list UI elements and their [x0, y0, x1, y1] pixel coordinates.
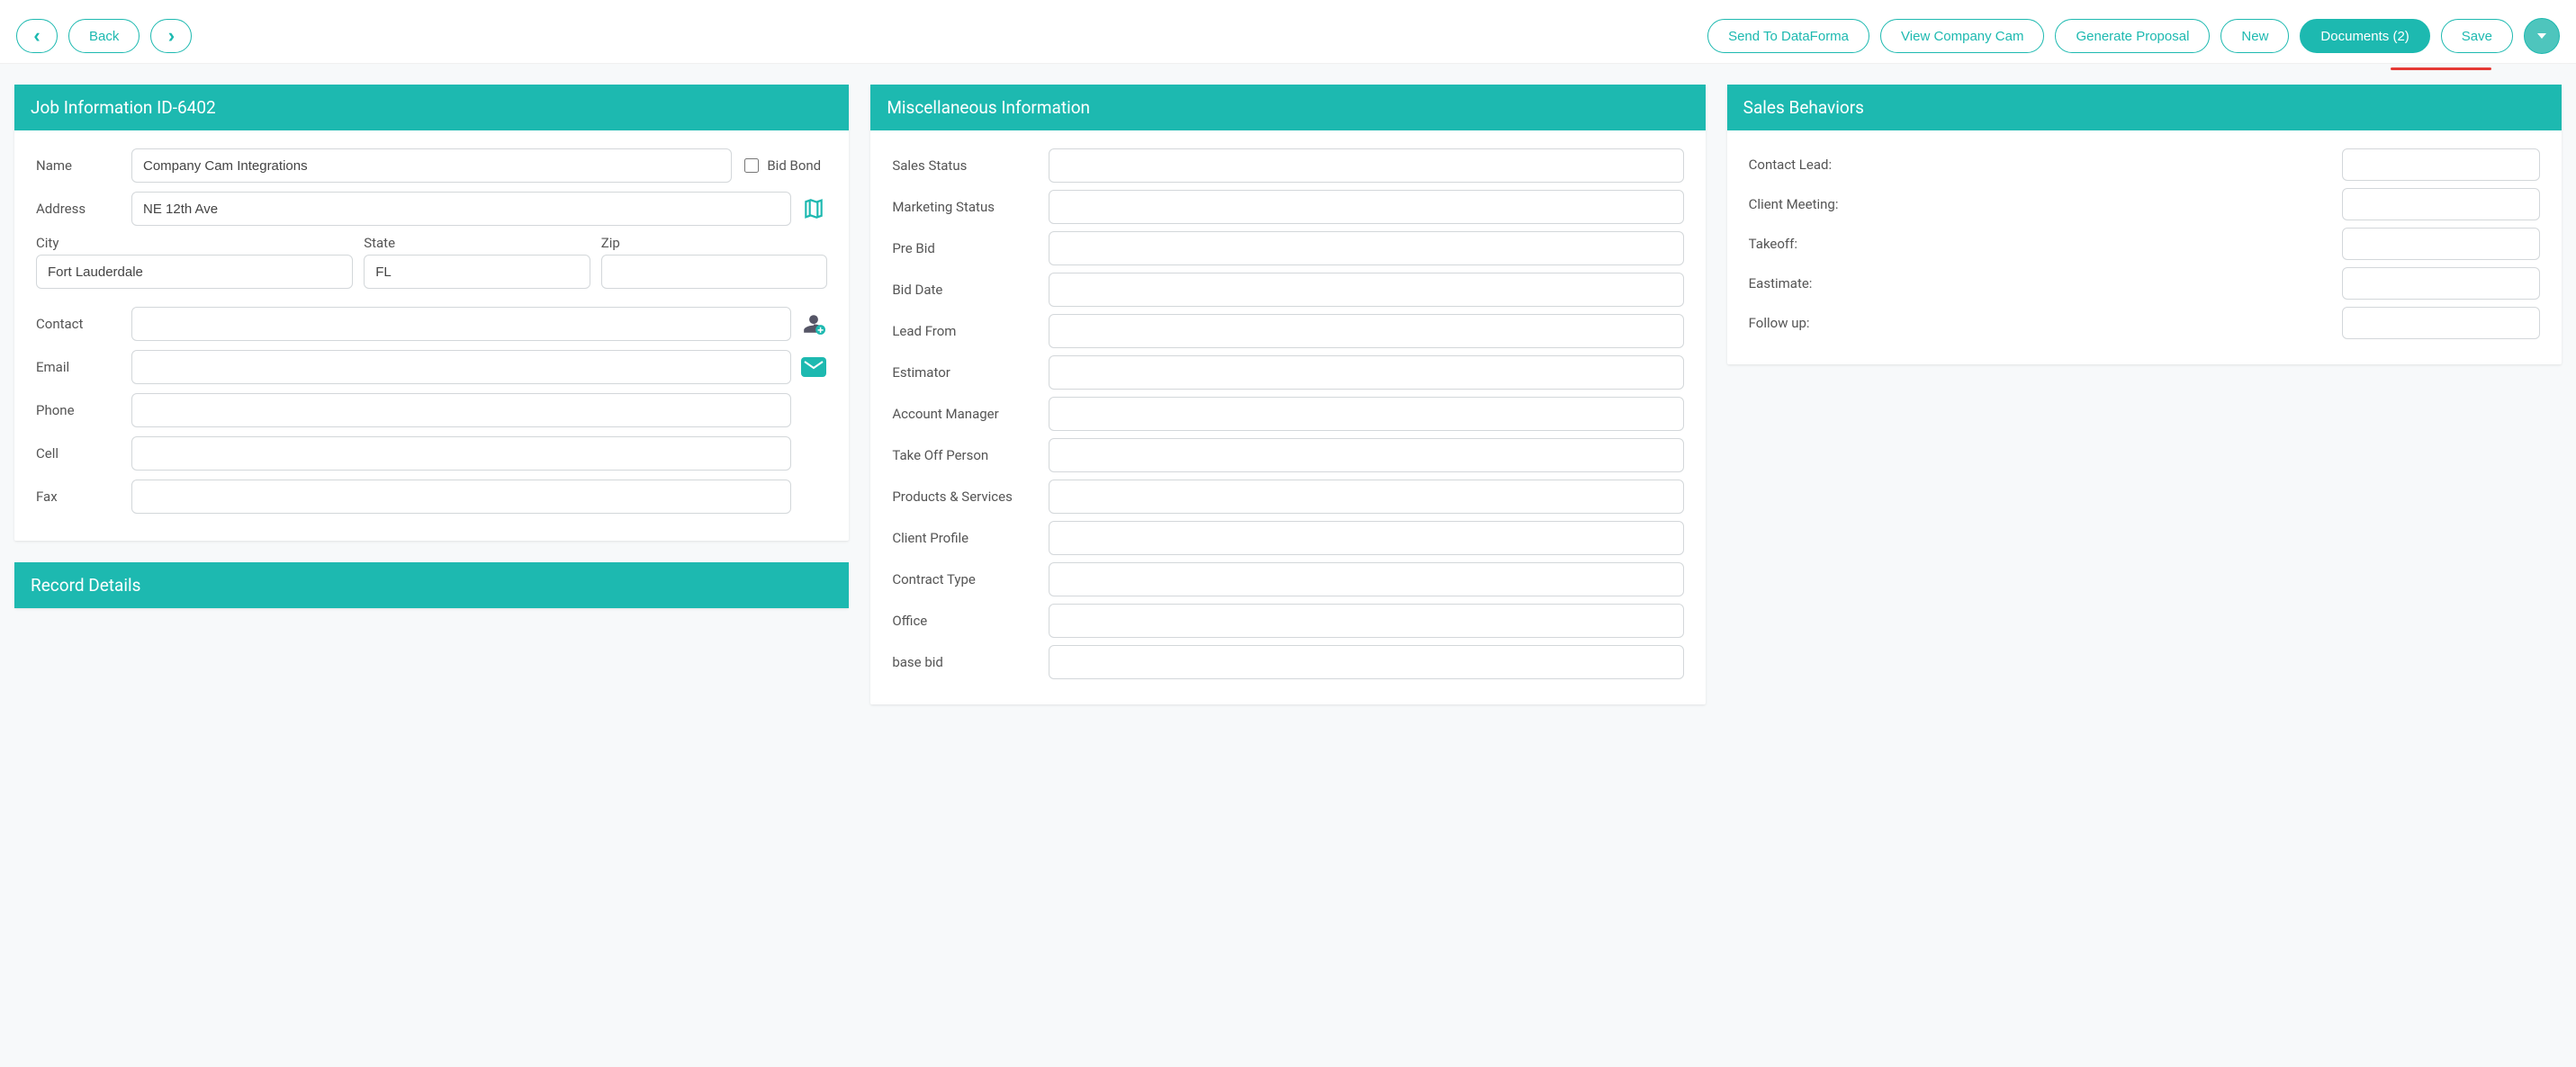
- name-input[interactable]: [131, 148, 732, 183]
- record-details-header: Record Details: [14, 562, 849, 608]
- new-button[interactable]: New: [2220, 19, 2289, 53]
- more-actions-button[interactable]: [2524, 18, 2560, 54]
- cell-label: Cell: [36, 445, 122, 462]
- estimate-label: Eastimate:: [1749, 275, 2329, 291]
- email-label: Email: [36, 359, 122, 375]
- client-profile-label: Client Profile: [892, 530, 1036, 546]
- contract-type-label: Contract Type: [892, 571, 1036, 587]
- middle-column: Miscellaneous Information Sales Status M…: [870, 85, 1705, 726]
- phone-input[interactable]: [131, 393, 791, 427]
- takeoff-person-label: Take Off Person: [892, 447, 1036, 463]
- toolbar-left: Back: [16, 19, 192, 53]
- caret-down-icon: [2537, 33, 2546, 39]
- phone-label: Phone: [36, 402, 122, 418]
- chevron-left-icon: [33, 26, 40, 46]
- city-input[interactable]: [36, 255, 353, 289]
- add-contact-button[interactable]: [800, 312, 827, 336]
- client-meeting-input[interactable]: [2342, 188, 2540, 220]
- state-input[interactable]: [364, 255, 590, 289]
- zip-input[interactable]: [601, 255, 828, 289]
- zip-label: Zip: [601, 235, 828, 251]
- toolbar: Back Send To DataForma View Company Cam …: [0, 0, 2576, 64]
- send-dataforma-button[interactable]: Send To DataForma: [1707, 19, 1869, 53]
- chevron-right-icon: [168, 26, 175, 46]
- misc-info-card: Miscellaneous Information Sales Status M…: [870, 85, 1705, 704]
- account-manager-label: Account Manager: [892, 406, 1036, 422]
- misc-info-header: Miscellaneous Information: [870, 85, 1705, 130]
- marketing-status-input[interactable]: [1049, 190, 1683, 224]
- add-user-icon: [802, 312, 825, 336]
- bid-bond-group[interactable]: Bid Bond: [741, 156, 827, 175]
- view-companycam-button[interactable]: View Company Cam: [1880, 19, 2044, 53]
- bid-date-input[interactable]: [1049, 273, 1683, 307]
- estimator-label: Estimator: [892, 364, 1036, 381]
- takeoff-input[interactable]: [2342, 228, 2540, 260]
- right-column: Sales Behaviors Contact Lead: Client Mee…: [1727, 85, 2562, 386]
- takeoff-label: Takeoff:: [1749, 236, 2329, 252]
- email-input[interactable]: [131, 350, 791, 384]
- city-label: City: [36, 235, 353, 251]
- contact-lead-input[interactable]: [2342, 148, 2540, 181]
- sales-behaviors-card: Sales Behaviors Contact Lead: Client Mee…: [1727, 85, 2562, 364]
- sales-status-input[interactable]: [1049, 148, 1683, 183]
- pre-bid-input[interactable]: [1049, 231, 1683, 265]
- save-button[interactable]: Save: [2441, 19, 2513, 53]
- send-email-button[interactable]: [800, 357, 827, 377]
- nav-next-button[interactable]: [150, 19, 192, 53]
- products-services-input[interactable]: [1049, 480, 1683, 514]
- client-profile-input[interactable]: [1049, 521, 1683, 555]
- office-label: Office: [892, 613, 1036, 629]
- cell-input[interactable]: [131, 436, 791, 471]
- account-manager-input[interactable]: [1049, 397, 1683, 431]
- followup-input[interactable]: [2342, 307, 2540, 339]
- job-information-header: Job Information ID-6402: [14, 85, 849, 130]
- back-button[interactable]: Back: [68, 19, 140, 53]
- documents-button[interactable]: Documents (2): [2300, 19, 2429, 53]
- map-icon: [802, 197, 825, 220]
- base-bid-label: base bid: [892, 654, 1036, 670]
- contact-lead-label: Contact Lead:: [1749, 157, 2329, 173]
- toolbar-right: Send To DataForma View Company Cam Gener…: [1707, 18, 2560, 54]
- takeoff-person-input[interactable]: [1049, 438, 1683, 472]
- sales-behaviors-header: Sales Behaviors: [1727, 85, 2562, 130]
- estimate-input[interactable]: [2342, 267, 2540, 300]
- name-label: Name: [36, 157, 122, 174]
- envelope-icon: [801, 357, 826, 377]
- main-columns: Job Information ID-6402 Name Bid Bond Ad…: [0, 70, 2576, 740]
- marketing-status-label: Marketing Status: [892, 199, 1036, 215]
- bid-bond-label: Bid Bond: [767, 157, 821, 174]
- fax-label: Fax: [36, 489, 122, 505]
- contact-input[interactable]: [131, 307, 791, 341]
- left-column: Job Information ID-6402 Name Bid Bond Ad…: [14, 85, 849, 630]
- lead-from-input[interactable]: [1049, 314, 1683, 348]
- office-input[interactable]: [1049, 604, 1683, 638]
- contact-label: Contact: [36, 316, 122, 332]
- contract-type-input[interactable]: [1049, 562, 1683, 596]
- job-information-body: Name Bid Bond Address Cit: [14, 130, 849, 541]
- sales-status-label: Sales Status: [892, 157, 1036, 174]
- record-details-card: Record Details: [14, 562, 849, 608]
- fax-input[interactable]: [131, 480, 791, 514]
- followup-label: Follow up:: [1749, 315, 2329, 331]
- base-bid-input[interactable]: [1049, 645, 1683, 679]
- sales-behaviors-body: Contact Lead: Client Meeting: Takeoff: E…: [1727, 130, 2562, 364]
- job-information-card: Job Information ID-6402 Name Bid Bond Ad…: [14, 85, 849, 541]
- generate-proposal-button[interactable]: Generate Proposal: [2055, 19, 2210, 53]
- address-label: Address: [36, 201, 122, 217]
- pre-bid-label: Pre Bid: [892, 240, 1036, 256]
- bid-date-label: Bid Date: [892, 282, 1036, 298]
- products-services-label: Products & Services: [892, 489, 1036, 505]
- client-meeting-label: Client Meeting:: [1749, 196, 2329, 212]
- address-input[interactable]: [131, 192, 791, 226]
- lead-from-label: Lead From: [892, 323, 1036, 339]
- estimator-input[interactable]: [1049, 355, 1683, 390]
- state-label: State: [364, 235, 590, 251]
- nav-prev-button[interactable]: [16, 19, 58, 53]
- bid-bond-checkbox[interactable]: [744, 158, 759, 173]
- map-button[interactable]: [800, 197, 827, 220]
- misc-info-body: Sales Status Marketing Status Pre Bid Bi…: [870, 130, 1705, 704]
